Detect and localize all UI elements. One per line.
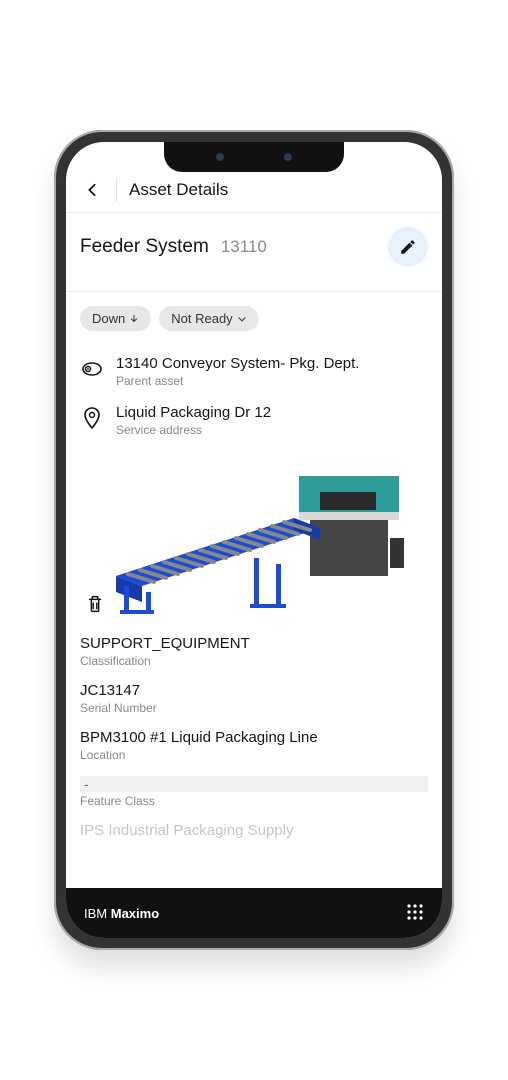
parent-asset-value: 13140 Conveyor System- Pkg. Dept. bbox=[116, 355, 359, 372]
footer-brand-prefix: IBM bbox=[84, 906, 111, 921]
pencil-icon bbox=[399, 238, 417, 256]
status-down-pill[interactable]: Down bbox=[80, 306, 151, 331]
header-divider bbox=[116, 178, 117, 202]
classification-field: SUPPORT_EQUIPMENT Classification bbox=[80, 635, 428, 668]
arrow-down-icon bbox=[129, 314, 139, 324]
location-field: BPM3100 #1 Liquid Packaging Line Locatio… bbox=[80, 729, 428, 762]
parent-asset-row[interactable]: 13140 Conveyor System- Pkg. Dept. Parent… bbox=[80, 355, 428, 388]
status-notready-pill[interactable]: Not Ready bbox=[159, 306, 258, 331]
asset-name: Feeder System bbox=[80, 236, 209, 258]
footer-brand-bold: Maximo bbox=[111, 906, 159, 921]
chevron-down-icon bbox=[237, 314, 247, 324]
location-value: BPM3100 #1 Liquid Packaging Line bbox=[80, 729, 428, 746]
trash-icon bbox=[84, 593, 106, 615]
parent-asset-label: Parent asset bbox=[116, 374, 359, 388]
next-field-cutoff: IPS Industrial Packaging Supply bbox=[80, 822, 428, 839]
feature-class-label: Feature Class bbox=[80, 794, 428, 808]
feature-class-value: - bbox=[80, 776, 428, 792]
belt-icon bbox=[80, 357, 104, 381]
page-title: Asset Details bbox=[129, 180, 228, 200]
status-notready-label: Not Ready bbox=[171, 311, 232, 326]
asset-id: 13110 bbox=[221, 237, 267, 257]
back-button[interactable] bbox=[80, 178, 104, 202]
feature-class-field: - Feature Class bbox=[80, 776, 428, 808]
location-pin-icon bbox=[80, 406, 104, 430]
status-down-label: Down bbox=[92, 311, 125, 326]
service-address-row[interactable]: Liquid Packaging Dr 12 Service address bbox=[80, 404, 428, 437]
serial-value: JC13147 bbox=[80, 682, 428, 699]
location-label: Location bbox=[80, 748, 428, 762]
serial-label: Serial Number bbox=[80, 701, 428, 715]
app-grid-button[interactable] bbox=[406, 903, 424, 924]
footer-brand: IBM Maximo bbox=[84, 906, 159, 921]
service-address-value: Liquid Packaging Dr 12 bbox=[116, 404, 271, 421]
serial-field: JC13147 Serial Number bbox=[80, 682, 428, 715]
delete-image-button[interactable] bbox=[84, 593, 112, 621]
edit-button[interactable] bbox=[388, 227, 428, 267]
grid-icon bbox=[406, 903, 424, 921]
classification-label: Classification bbox=[80, 654, 428, 668]
asset-image bbox=[80, 453, 428, 623]
service-address-label: Service address bbox=[116, 423, 271, 437]
classification-value: SUPPORT_EQUIPMENT bbox=[80, 635, 428, 652]
